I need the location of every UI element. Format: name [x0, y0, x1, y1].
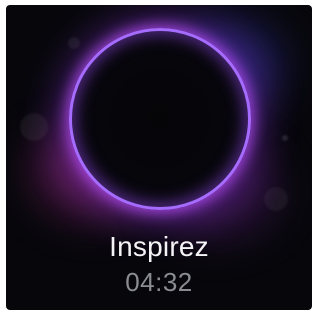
bokeh-dot: [264, 187, 288, 211]
breathing-screen: Inspirez 04:32: [6, 5, 312, 310]
bokeh-dot: [20, 113, 48, 141]
breathing-ring: [69, 28, 251, 210]
bokeh-dot: [68, 37, 80, 49]
session-timer: 04:32: [125, 267, 193, 297]
breath-instruction: Inspirez: [109, 231, 209, 262]
bokeh-dot: [282, 135, 288, 141]
